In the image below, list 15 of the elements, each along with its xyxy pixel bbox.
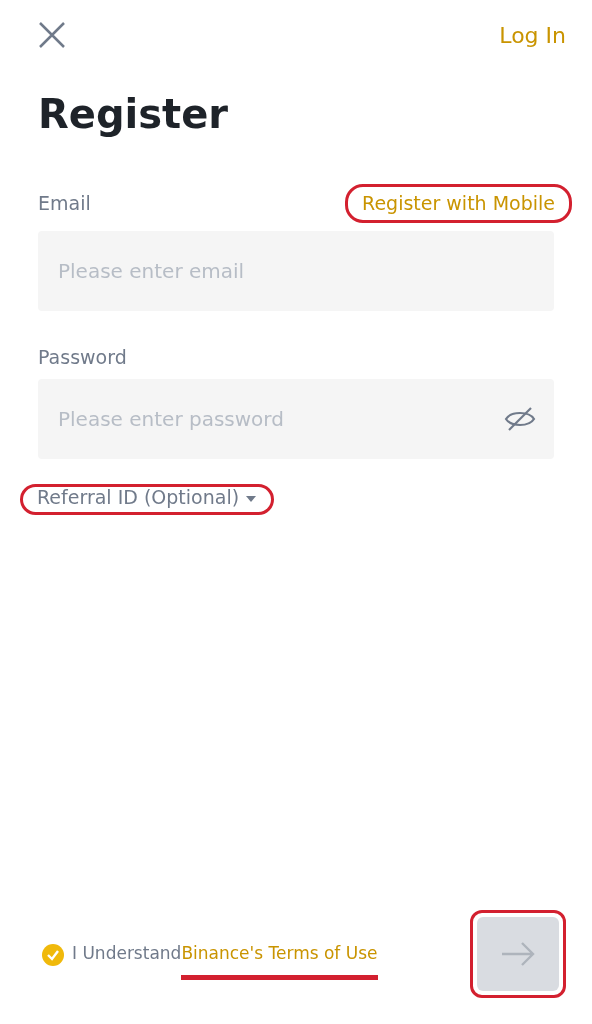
close-button[interactable] bbox=[38, 21, 66, 49]
arrow-right-icon bbox=[500, 941, 536, 967]
email-field[interactable]: Please enter email bbox=[38, 230, 554, 311]
register-mobile-link[interactable]: Register with Mobile bbox=[362, 192, 555, 214]
referral-dropdown[interactable]: Referral ID (Optional) bbox=[37, 486, 258, 508]
field-label: Email bbox=[38, 191, 91, 216]
page-title: Register bbox=[38, 90, 230, 139]
field-label: Password bbox=[38, 345, 127, 368]
checkbox[interactable] bbox=[42, 942, 64, 966]
terms-text: I UnderstandBinance's Terms of Use bbox=[72, 941, 378, 967]
caret-icon bbox=[245, 494, 258, 503]
login-link[interactable]: Log In bbox=[499, 18, 566, 52]
terms-link[interactable]: Binance's Terms of Use bbox=[181, 943, 378, 964]
password-field[interactable]: Please enter password bbox=[38, 379, 554, 459]
eye-slash-icon[interactable] bbox=[504, 406, 536, 432]
